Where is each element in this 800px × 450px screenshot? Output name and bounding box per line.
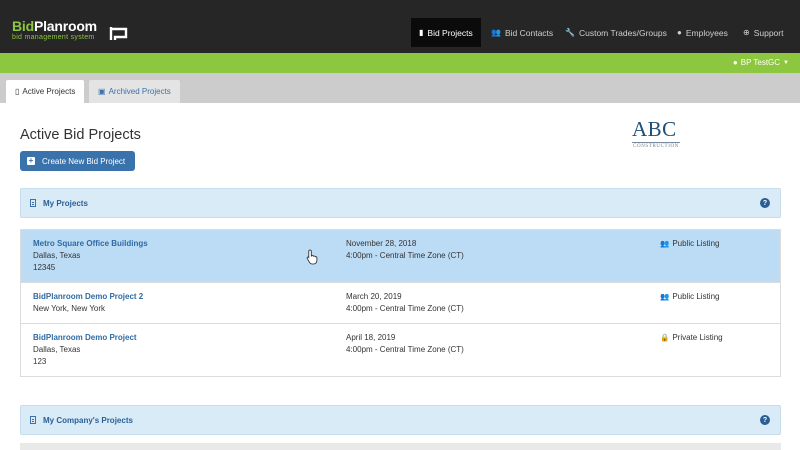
users-icon: 👥: [491, 28, 501, 37]
building-icon: ▮: [419, 28, 424, 37]
plus-icon: +: [27, 156, 35, 165]
document-icon: ▯: [15, 87, 20, 96]
bid-time: 4:00pm - Central Time Zone (CT): [346, 251, 464, 260]
logo-wordmark: BidPlanroom: [12, 18, 97, 34]
bid-date: November 28, 2018: [346, 239, 417, 248]
listing-status: 👥 Public Listing: [660, 239, 720, 248]
listing-status: 👥 Public Listing: [660, 292, 720, 301]
user-bar: ● BP TestGC ▼: [0, 53, 800, 73]
user-name: BP TestGC: [740, 58, 781, 67]
help-icon[interactable]: ?: [760, 198, 770, 208]
bid-time: 4:00pm - Central Time Zone (CT): [346, 304, 464, 313]
lock-icon: 🔒: [660, 333, 670, 342]
caret-down-icon: ▼: [783, 59, 789, 66]
main-content: Active Bid Projects + Create New Bid Pro…: [0, 103, 800, 450]
lifebuoy-icon: ⊕: [743, 28, 750, 37]
nav-bid-contacts[interactable]: 👥 Bid Contacts: [483, 18, 561, 47]
create-new-bid-project-button[interactable]: + Create New Bid Project: [20, 151, 135, 171]
listing-status: 🔒 Private Listing: [660, 333, 723, 342]
document-icon: [30, 416, 36, 424]
bid-date: April 18, 2019: [346, 333, 396, 342]
tab-active-projects[interactable]: ▯ Active Projects: [6, 80, 85, 103]
tabs-bar: ▯ Active Projects ▣ Archived Projects: [0, 73, 800, 103]
project-number: 123: [33, 357, 47, 366]
user-menu[interactable]: ● BP TestGC ▼: [733, 58, 789, 67]
logo-tagline: bid management system: [12, 34, 95, 41]
users-icon: 👥: [660, 292, 670, 301]
company-projects-header: My Company's Projects ?: [20, 405, 781, 435]
project-name-link[interactable]: BidPlanroom Demo Project 2: [33, 292, 143, 301]
my-projects-header: My Projects ?: [20, 188, 781, 218]
table-row[interactable]: Metro Square Office Buildings Dallas, Te…: [21, 230, 780, 283]
nav-custom-trades-groups[interactable]: 🔧 Custom Trades/Groups: [557, 18, 675, 47]
project-name-link[interactable]: Metro Square Office Buildings: [33, 239, 148, 248]
user-icon: ●: [677, 28, 682, 37]
project-name-link[interactable]: BidPlanroom Demo Project: [33, 333, 137, 342]
hand-cursor-icon: [306, 249, 318, 265]
bidplanroom-logo[interactable]: BidPlanroom bid management system: [12, 18, 128, 47]
my-projects-list: Metro Square Office Buildings Dallas, Te…: [20, 229, 781, 377]
table-row[interactable]: BidPlanroom Demo Project Dallas, Texas 1…: [21, 324, 780, 376]
logo-mark-icon: [109, 27, 128, 40]
company-logo: ABC CONSTRUCTION: [632, 117, 680, 149]
nav-bid-projects[interactable]: ▮ Bid Projects: [411, 18, 481, 47]
project-location: New York, New York: [33, 304, 106, 313]
project-location: Dallas, Texas: [33, 251, 81, 260]
company-projects-list-edge: [20, 443, 781, 450]
user-icon: ●: [732, 58, 738, 67]
bid-date: March 20, 2019: [346, 292, 402, 301]
project-number: 12345: [33, 263, 56, 272]
company-projects-label: My Company's Projects: [43, 415, 133, 425]
bid-time: 4:00pm - Central Time Zone (CT): [346, 345, 464, 354]
wrench-icon: 🔧: [565, 28, 575, 37]
table-row[interactable]: BidPlanroom Demo Project 2 New York, New…: [21, 283, 780, 324]
help-icon[interactable]: ?: [760, 415, 770, 425]
document-icon: [30, 199, 36, 207]
archive-icon: ▣: [98, 87, 106, 96]
nav-support[interactable]: ⊕ Support: [735, 18, 791, 47]
my-projects-label: My Projects: [43, 198, 88, 208]
users-icon: 👥: [660, 239, 670, 248]
nav-employees[interactable]: ● Employees: [669, 18, 736, 47]
tab-archived-projects[interactable]: ▣ Archived Projects: [89, 80, 180, 103]
top-navbar: BidPlanroom bid management system ▮ Bid P…: [0, 0, 800, 53]
page-title: Active Bid Projects: [20, 127, 141, 143]
project-location: Dallas, Texas: [33, 345, 81, 354]
